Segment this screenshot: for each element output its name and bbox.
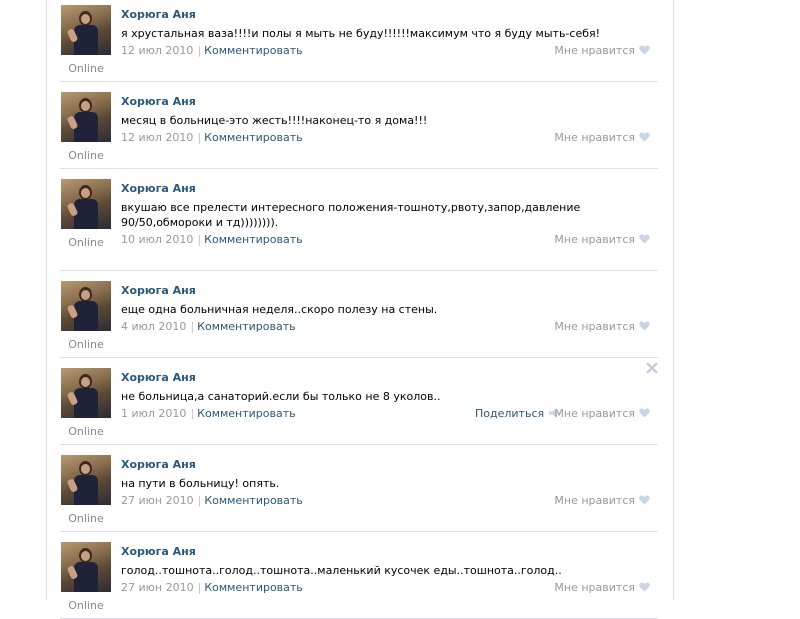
post-author-link[interactable]: Хорюга Аня xyxy=(121,8,196,21)
post-date[interactable]: 10 июл 2010 xyxy=(121,233,193,246)
like-button[interactable]: Мне нравится xyxy=(554,233,650,246)
post-separator xyxy=(60,444,658,445)
post-author-link[interactable]: Хорюга Аня xyxy=(121,545,196,558)
heart-icon xyxy=(639,408,650,418)
wall-post: Online Хорюга Аня месяц в больнице-это ж… xyxy=(60,92,658,169)
like-label: Мне нравится xyxy=(554,407,635,420)
heart-icon xyxy=(639,495,650,505)
post-meta: 27 июн 2010 | Комментировать xyxy=(121,494,303,507)
post-author-link[interactable]: Хорюга Аня xyxy=(121,458,196,471)
heart-icon xyxy=(639,234,650,244)
online-status: Online xyxy=(68,62,104,75)
close-icon[interactable] xyxy=(646,362,658,374)
avatar[interactable] xyxy=(61,455,111,505)
post-separator xyxy=(60,531,658,532)
share-button[interactable]: Поделиться xyxy=(475,407,561,420)
comment-link[interactable]: Комментировать xyxy=(204,131,302,144)
post-date[interactable]: 27 июн 2010 xyxy=(121,494,194,507)
like-button[interactable]: Мне нравится xyxy=(554,131,650,144)
post-text: месяц в больнице-это жесть!!!!наконец-то… xyxy=(121,114,428,127)
meta-separator: | xyxy=(197,44,202,57)
avatar[interactable] xyxy=(61,92,111,142)
share-label: Поделиться xyxy=(475,407,545,420)
meta-separator: | xyxy=(197,581,202,594)
post-separator xyxy=(60,168,658,169)
post-text: на пути в больницу! опять. xyxy=(121,477,280,490)
meta-separator: | xyxy=(197,233,202,246)
avatar[interactable] xyxy=(61,5,111,55)
post-meta: 27 июн 2010 | Комментировать xyxy=(121,581,303,594)
heart-icon xyxy=(639,45,650,55)
post-author-link[interactable]: Хорюга Аня xyxy=(121,284,196,297)
online-status: Online xyxy=(68,512,104,525)
like-button[interactable]: Мне нравится xyxy=(554,581,650,594)
avatar[interactable] xyxy=(61,542,111,592)
like-label: Мне нравится xyxy=(554,581,635,594)
meta-separator: | xyxy=(190,407,195,420)
like-label: Мне нравится xyxy=(554,131,635,144)
heart-icon xyxy=(639,582,650,592)
post-text: не больница,а санаторий.если бы только н… xyxy=(121,390,441,403)
online-status: Online xyxy=(68,425,104,438)
post-separator xyxy=(60,81,658,82)
meta-separator: | xyxy=(197,494,202,507)
post-meta: 4 июл 2010 | Комментировать xyxy=(121,320,296,333)
post-date[interactable]: 4 июл 2010 xyxy=(121,320,186,333)
comment-link[interactable]: Комментировать xyxy=(204,44,302,57)
comment-link[interactable]: Комментировать xyxy=(204,233,302,246)
like-button[interactable]: Мне нравится xyxy=(554,44,650,57)
heart-icon xyxy=(639,321,650,331)
post-meta: 12 июл 2010 | Комментировать xyxy=(121,44,303,57)
avatar[interactable] xyxy=(61,368,111,418)
like-button[interactable]: Мне нравится xyxy=(554,407,650,420)
post-date[interactable]: 1 июл 2010 xyxy=(121,407,186,420)
avatar[interactable] xyxy=(61,281,111,331)
post-separator xyxy=(60,270,658,271)
post-text: голод..тошнота..голод..тошнота..маленьки… xyxy=(121,564,562,577)
wall-post: Online Хорюга Аня я хрустальная ваза!!!!… xyxy=(60,5,658,82)
wall-post: Online Хорюга Аня вкушаю все прелести ин… xyxy=(60,179,658,271)
post-text: еще одна больничная неделя..скоро полезу… xyxy=(121,303,438,316)
comment-link[interactable]: Комментировать xyxy=(204,494,302,507)
like-label: Мне нравится xyxy=(554,494,635,507)
like-button[interactable]: Мне нравится xyxy=(554,320,650,333)
post-author-link[interactable]: Хорюга Аня xyxy=(121,371,196,384)
post-date[interactable]: 12 июл 2010 xyxy=(121,131,193,144)
meta-separator: | xyxy=(190,320,195,333)
comment-link[interactable]: Комментировать xyxy=(197,320,295,333)
online-status: Online xyxy=(68,599,104,612)
like-label: Мне нравится xyxy=(554,44,635,57)
wall-post: Online Хорюга Аня не больница,а санатори… xyxy=(60,362,658,445)
post-text: я хрустальная ваза!!!!и полы я мыть не б… xyxy=(121,27,601,40)
comment-link[interactable]: Комментировать xyxy=(204,581,302,594)
meta-separator: | xyxy=(197,131,202,144)
post-author-link[interactable]: Хорюга Аня xyxy=(121,95,196,108)
heart-icon xyxy=(639,132,650,142)
post-meta: 12 июл 2010 | Комментировать xyxy=(121,131,303,144)
post-separator xyxy=(60,357,658,358)
comment-link[interactable]: Комментировать xyxy=(197,407,295,420)
like-label: Мне нравится xyxy=(554,233,635,246)
wall-post: Online Хорюга Аня на пути в больницу! оп… xyxy=(60,455,658,532)
wall-post: Online Хорюга Аня еще одна больничная не… xyxy=(60,281,658,358)
post-date[interactable]: 12 июл 2010 xyxy=(121,44,193,57)
like-label: Мне нравится xyxy=(554,320,635,333)
post-author-link[interactable]: Хорюга Аня xyxy=(121,182,196,195)
post-text: вкушаю все прелести интересного положени… xyxy=(121,201,581,229)
online-status: Online xyxy=(68,338,104,351)
post-meta: 1 июл 2010 | Комментировать xyxy=(121,407,296,420)
wall-post: Online Хорюга Аня голод..тошнота..голод.… xyxy=(60,542,658,619)
online-status: Online xyxy=(68,236,104,249)
wall-posts-list: Online Хорюга Аня я хрустальная ваза!!!!… xyxy=(0,0,800,619)
post-date[interactable]: 27 июн 2010 xyxy=(121,581,194,594)
post-meta: 10 июл 2010 | Комментировать xyxy=(121,233,303,246)
avatar[interactable] xyxy=(61,179,111,229)
online-status: Online xyxy=(68,149,104,162)
like-button[interactable]: Мне нравится xyxy=(554,494,650,507)
